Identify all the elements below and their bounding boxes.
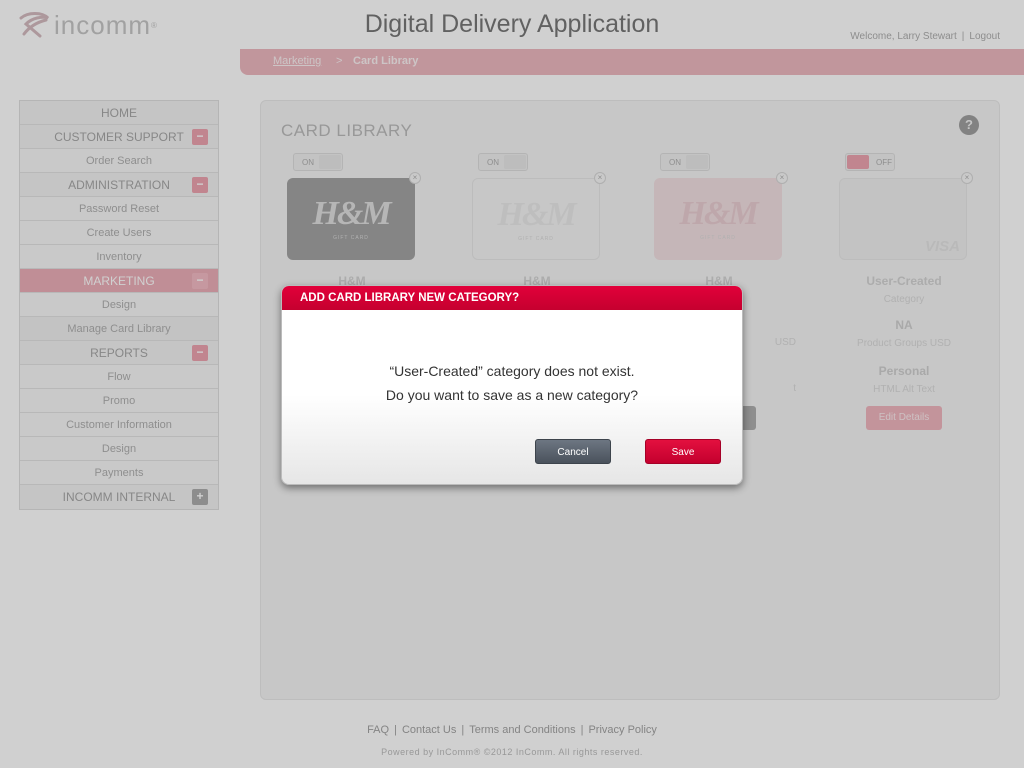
dialog-title: ADD CARD LIBRARY NEW CATEGORY? [282, 286, 742, 310]
new-category-dialog: ADD CARD LIBRARY NEW CATEGORY? “User-Cre… [281, 285, 743, 485]
dialog-message-line-2: Do you want to save as a new category? [385, 387, 639, 403]
dialog-message-line-1: “User-Created” category does not exist. [389, 363, 635, 379]
save-button[interactable]: Save [645, 439, 721, 464]
cancel-button[interactable]: Cancel [535, 439, 611, 464]
